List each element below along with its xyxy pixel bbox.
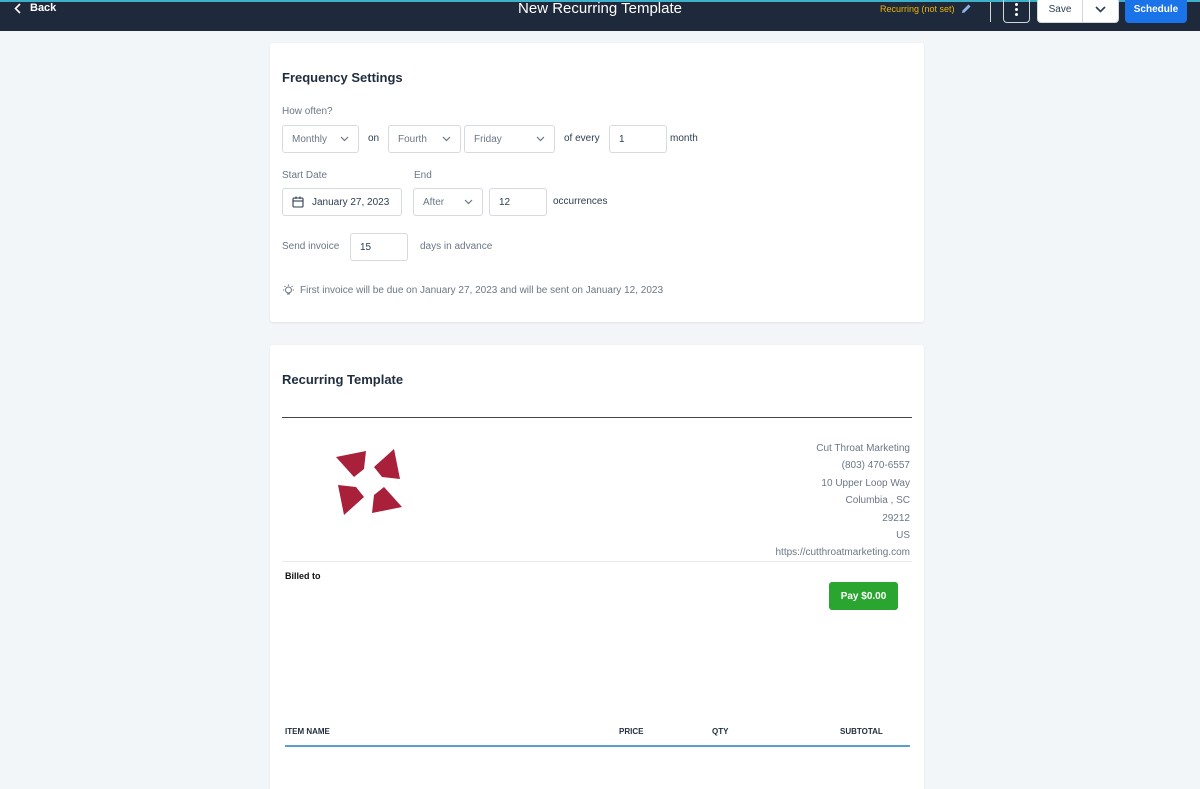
company-website: https://cutthroatmarketing.com	[775, 547, 910, 559]
more-options-button[interactable]	[1003, 0, 1030, 23]
company-logo	[336, 449, 402, 515]
chevron-down-icon	[464, 199, 473, 205]
chevron-down-icon	[340, 136, 349, 142]
top-bar: Back New Recurring Template Recurring (n…	[0, 0, 1200, 31]
billed-to-label: Billed to	[285, 571, 321, 581]
how-often-label: How often?	[282, 106, 333, 117]
of-every-label: of every	[564, 133, 600, 144]
week-select-value: Fourth	[398, 133, 427, 145]
pencil-icon[interactable]	[961, 3, 972, 14]
interval-select[interactable]: Monthly	[282, 125, 359, 153]
address-divider	[282, 561, 912, 562]
header-divider	[990, 2, 991, 22]
schedule-note-text: First invoice will be due on January 27,…	[300, 285, 664, 296]
chevron-down-icon	[536, 136, 545, 142]
every-count-input[interactable]: 1	[609, 125, 667, 153]
recurring-template-card: Recurring Template Cut Throat Marketing …	[270, 345, 924, 789]
company-street: 10 Upper Loop Way	[821, 477, 910, 489]
header-divider-line	[282, 417, 912, 418]
start-date-value: January 27, 2023	[312, 196, 390, 208]
days-advance-input[interactable]: 15	[350, 233, 408, 261]
chevron-down-icon	[442, 136, 451, 142]
save-button-group: Save	[1037, 0, 1119, 23]
occurrences-input[interactable]: 12	[489, 188, 547, 216]
days-advance-label: days in advance	[420, 241, 493, 252]
recurring-status[interactable]: Recurring (not set)	[880, 3, 972, 14]
save-options-dropdown[interactable]	[1083, 0, 1118, 22]
on-label: on	[368, 133, 380, 144]
week-select[interactable]: Fourth	[388, 125, 461, 153]
send-invoice-label: Send invoice	[282, 241, 340, 252]
recurring-status-label: Recurring (not set)	[880, 3, 955, 14]
end-select-value: After	[423, 196, 445, 208]
interval-select-value: Monthly	[292, 133, 328, 145]
schedule-button[interactable]: Schedule	[1125, 0, 1187, 23]
kebab-menu-icon	[1015, 2, 1018, 17]
company-phone: (803) 470-6557	[841, 460, 910, 472]
chevron-down-icon	[1095, 6, 1106, 13]
company-address-block: Cut Throat Marketing (803) 470-6557 10 U…	[775, 440, 910, 562]
schedule-note: First invoice will be due on January 27,…	[282, 284, 663, 297]
occurrences-label: occurrences	[553, 196, 608, 207]
company-country: US	[896, 530, 910, 542]
day-select[interactable]: Friday	[464, 125, 555, 153]
lightbulb-icon	[283, 284, 294, 295]
column-header-subtotal: SUBTOTAL	[840, 727, 883, 736]
pay-button[interactable]: Pay $0.00	[829, 582, 898, 610]
start-date-field[interactable]: January 27, 2023	[282, 188, 402, 216]
day-select-value: Friday	[474, 133, 502, 145]
column-header-item-name: ITEM NAME	[285, 727, 330, 736]
company-zip: 29212	[882, 512, 910, 524]
save-button[interactable]: Save	[1038, 0, 1083, 22]
column-header-qty: QTY	[712, 727, 729, 736]
frequency-settings-title: Frequency Settings	[282, 70, 403, 85]
unit-label: month	[670, 133, 698, 144]
end-select[interactable]: After	[413, 188, 483, 216]
end-label: End	[414, 170, 432, 181]
company-name: Cut Throat Marketing	[816, 443, 910, 454]
frequency-settings-card: Frequency Settings How often? Monthly on…	[270, 43, 924, 322]
table-header-rule	[285, 745, 910, 747]
recurring-template-title: Recurring Template	[282, 372, 404, 387]
calendar-icon	[292, 196, 304, 208]
column-header-price: PRICE	[619, 727, 644, 736]
start-date-label: Start Date	[282, 170, 328, 181]
company-city-state: Columbia , SC	[845, 495, 910, 507]
